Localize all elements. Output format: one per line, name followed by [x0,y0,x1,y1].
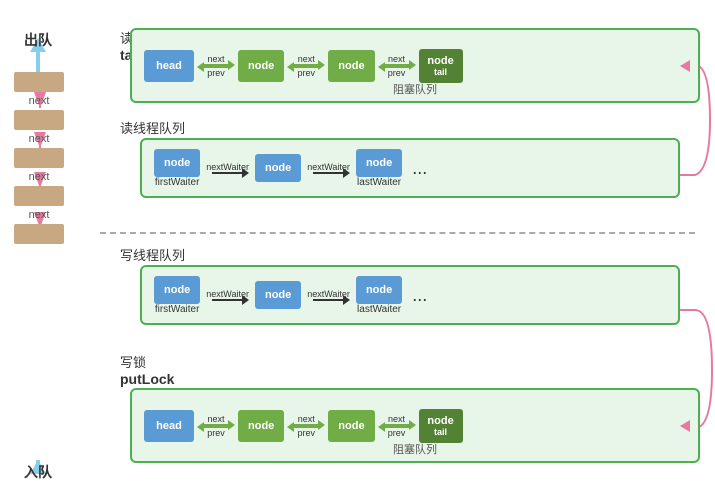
write-lock-section-label: 写锁 putLock [120,352,174,387]
write-np-arrows-1: next prev [202,414,230,438]
write-lock-node-2: node [328,410,374,442]
read-lock-head-node: head [144,50,194,82]
dotted-divider [100,232,695,234]
write-nw-arrow-2: nextWaiter [307,289,350,301]
queue-block-4 [14,186,64,206]
write-thread-section-label: 写线程队列 [120,245,185,264]
write-lock-head-node: head [144,410,194,442]
last-waiter-label: lastWaiter [357,177,401,188]
read-thread-section-label: 读线程队列 [120,118,185,137]
write-ellipsis: ... [412,285,427,306]
write-thread-node-3: node [356,276,402,304]
left-queue-blocks: next next next next [14,72,64,244]
read-thread-node-1: node [154,149,200,177]
out-label: 出队 [24,30,52,50]
write-lock-node-1: node [238,410,284,442]
write-first-waiter-label: firstWaiter [155,304,200,315]
read-lock-node-1: node [238,50,284,82]
blocking-queue-label-2: 阻塞队列 [393,441,437,457]
write-np-arrows-3: next prev [383,414,411,438]
tail-arrow-indicator [680,60,690,72]
blocking-queue-label-1: 阻塞队列 [393,81,437,97]
write-thread-node-1-wrap: node firstWaiter [154,276,200,315]
nw-arrow-2: nextWaiter [307,162,350,174]
write-lock-tail-node: node tail [419,409,463,443]
first-waiter-label: firstWaiter [155,177,200,188]
nw-arrow-1: nextWaiter [206,162,249,174]
read-thread-node-1-wrap: node firstWaiter [154,149,200,188]
read-thread-node-3-wrap: node lastWaiter [356,149,402,188]
write-thread-queue-box: node firstWaiter nextWaiter node nextWai… [140,265,680,325]
read-thread-node-2: node [255,154,301,182]
next-label-2: next [29,133,50,145]
out-queue-section: 出队 [24,30,52,50]
np-arrows-1: next prev [202,54,230,78]
read-lock-box: head next prev node next [130,28,700,103]
next-label-1: next [29,95,50,107]
write-thread-node-1: node [154,276,200,304]
queue-block-3 [14,148,64,168]
in-queue-section: 入队 [24,462,52,482]
write-tail-arrow-indicator [680,420,690,432]
read-ellipsis: ... [412,158,427,179]
np-arrows-2: next prev [292,54,320,78]
write-thread-node-3-wrap: node lastWaiter [356,276,402,315]
write-lock-box: head next prev node next prev node [130,388,700,463]
queue-block-2 [14,110,64,130]
read-lock-node-2: node [328,50,374,82]
queue-block-5 [14,224,64,244]
write-last-waiter-label: lastWaiter [357,304,401,315]
put-lock-label: putLock [120,371,174,387]
read-thread-queue-box: node firstWaiter nextWaiter node nextWai… [140,138,680,198]
queue-block-1 [14,72,64,92]
write-nw-arrow-1: nextWaiter [206,289,249,301]
read-thread-node-3: node [356,149,402,177]
read-lock-tail-node: node tail [419,49,463,83]
write-np-arrows-2: next prev [292,414,320,438]
next-label-4: next [29,209,50,221]
in-label: 入队 [24,462,52,482]
np-arrows-3: next prev [383,54,411,78]
write-thread-node-2: node [255,281,301,309]
next-label-3: next [29,171,50,183]
diagram-container: 出队 next next next next 入队 读锁 takeLock [0,0,715,500]
